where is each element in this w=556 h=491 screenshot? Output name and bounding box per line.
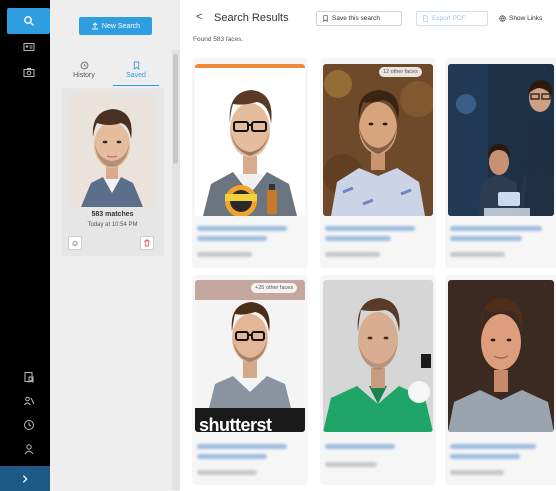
people-icon[interactable]: [7, 390, 50, 412]
delete-button[interactable]: [140, 236, 154, 250]
result-source-title-line2[interactable]: [450, 454, 520, 459]
id-card-icon[interactable]: [7, 36, 50, 58]
result-source-url: [325, 462, 377, 467]
new-search-button[interactable]: New Search: [79, 17, 152, 35]
tab-saved[interactable]: Saved: [113, 56, 159, 84]
result-source-url: [197, 470, 257, 475]
result-source-title[interactable]: [197, 226, 287, 231]
result-source-title-line2[interactable]: [197, 236, 267, 241]
camera-icon[interactable]: [7, 61, 50, 83]
result-image[interactable]: [323, 280, 433, 432]
save-search-button[interactable]: Save this search: [316, 11, 402, 26]
result-source-title[interactable]: [325, 444, 395, 449]
other-faces-badge[interactable]: 12 other faces: [379, 67, 422, 77]
export-pdf-label: Export PDF: [432, 15, 466, 22]
result-source-url: [450, 470, 504, 475]
bookmark-icon: [133, 61, 139, 70]
found-count: Found 583 faces.: [193, 36, 244, 43]
new-search-label: New Search: [101, 22, 141, 30]
clock-icon: [80, 61, 88, 70]
saved-search-match-count: 583 matches: [91, 211, 134, 218]
document-icon: [422, 15, 429, 22]
chevron-right-icon: [22, 474, 28, 483]
result-source-title-line2[interactable]: [450, 236, 522, 241]
result-image[interactable]: [448, 280, 554, 432]
result-source-title[interactable]: [450, 226, 542, 231]
other-faces-badge[interactable]: +25 other faces: [251, 283, 298, 293]
back-button[interactable]: <: [196, 11, 202, 23]
watermark-text: shutterst: [199, 415, 272, 435]
tab-saved-label: Saved: [126, 72, 146, 79]
globe-icon: [499, 15, 506, 22]
bell-icon: [72, 240, 78, 247]
result-source-title-line2[interactable]: [197, 454, 267, 459]
result-source-title[interactable]: [325, 226, 415, 231]
pin-button[interactable]: [68, 236, 82, 250]
result-source-url: [450, 252, 505, 257]
active-tab-indicator: [113, 85, 159, 86]
tab-history-label: History: [73, 72, 95, 79]
show-links-label: Show Links: [509, 15, 543, 22]
result-source-title-line2[interactable]: [325, 236, 391, 241]
result-source-title[interactable]: [197, 444, 287, 449]
save-search-label: Save this search: [332, 15, 381, 22]
clock-icon[interactable]: [7, 414, 50, 436]
result-image[interactable]: [448, 64, 554, 216]
user-icon[interactable]: [7, 438, 50, 460]
result-source-url: [197, 252, 252, 257]
export-pdf-button[interactable]: Export PDF: [416, 11, 488, 26]
result-image[interactable]: [195, 64, 305, 216]
result-image[interactable]: [195, 280, 305, 432]
saved-search-thumbnail[interactable]: [67, 93, 157, 207]
result-source-title[interactable]: [450, 444, 536, 449]
result-image[interactable]: [323, 64, 433, 216]
show-links-button[interactable]: Show Links: [494, 11, 556, 26]
upload-icon: [91, 22, 98, 30]
expand-sidebar-button[interactable]: [0, 466, 50, 491]
tab-history[interactable]: History: [61, 56, 107, 84]
page-title: Search Results: [214, 12, 289, 24]
saved-search-date: Today at 10:54 PM: [87, 222, 138, 228]
result-source-url: [325, 252, 380, 257]
panel-scrollbar-thumb[interactable]: [173, 54, 178, 164]
bookmark-doc-icon[interactable]: [7, 366, 50, 388]
search-icon[interactable]: [7, 8, 50, 34]
bookmark-icon: [323, 15, 328, 22]
trash-icon: [144, 239, 150, 247]
